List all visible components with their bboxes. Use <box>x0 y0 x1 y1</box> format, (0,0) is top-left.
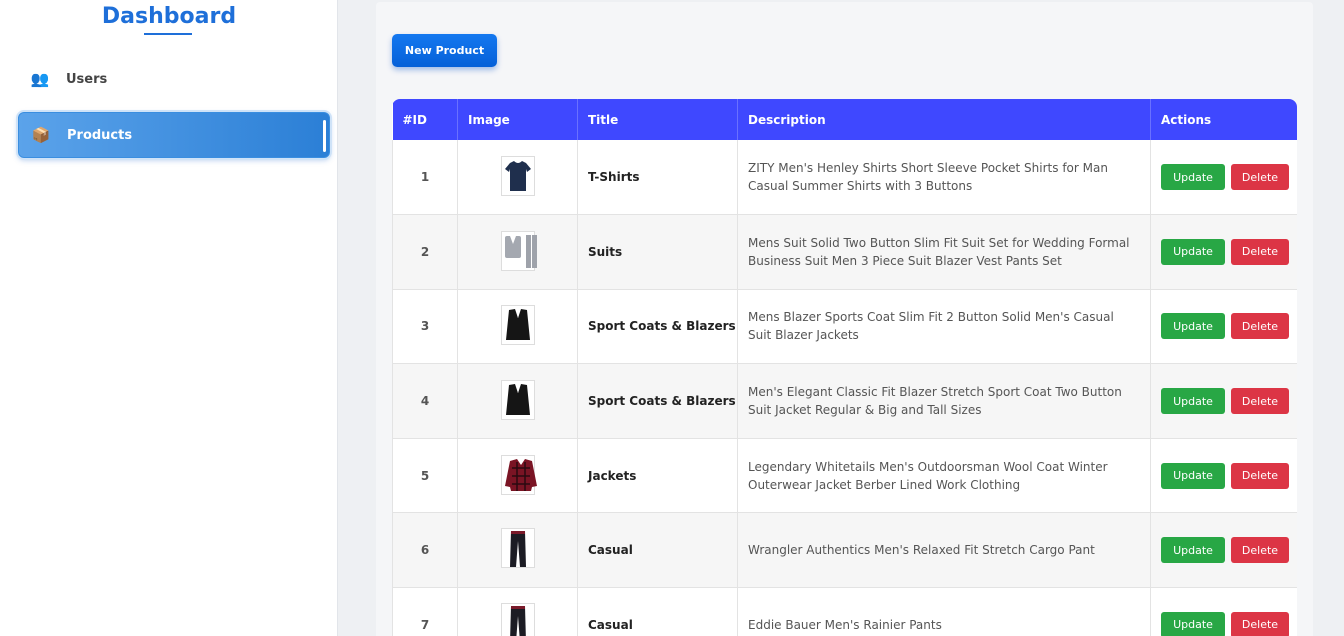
delete-button[interactable]: Delete <box>1231 313 1289 340</box>
delete-button[interactable]: Delete <box>1231 462 1289 489</box>
product-title: Sport Coats & Blazers <box>577 363 738 439</box>
delete-button[interactable]: Delete <box>1231 238 1289 265</box>
row-id: 7 <box>392 587 458 636</box>
row-id: 4 <box>392 363 458 439</box>
actions-cell: Update Delete <box>1150 587 1297 636</box>
actions-cell: Update Delete <box>1150 140 1297 216</box>
table-row: 3 Sport Coats & Blazers Mens Blazer Spor… <box>392 289 1297 365</box>
table-row: 1 T-Shirts ZITY Men's Henley Shirts Shor… <box>392 140 1297 216</box>
product-image-cell <box>457 512 578 589</box>
sidebar: Dashboard 👥 Users 📦 Products <box>0 0 338 636</box>
product-description: Mens Blazer Sports Coat Slim Fit 2 Butto… <box>737 289 1151 365</box>
product-title: Casual <box>577 512 738 589</box>
row-id: 3 <box>392 289 458 365</box>
product-description: ZITY Men's Henley Shirts Short Sleeve Po… <box>737 140 1151 216</box>
update-button[interactable]: Update <box>1161 611 1225 636</box>
product-description: Mens Suit Solid Two Button Slim Fit Suit… <box>737 214 1151 290</box>
table-row: 4 Sport Coats & Blazers Men's Elegant Cl… <box>392 363 1297 439</box>
table-row: 6 Casual Wrangler Authentics Men's Relax… <box>392 512 1297 589</box>
row-id: 2 <box>392 214 458 290</box>
update-button[interactable]: Update <box>1161 537 1225 564</box>
update-button[interactable]: Update <box>1161 462 1225 489</box>
header-description: Description <box>737 99 1151 140</box>
actions-cell: Update Delete <box>1150 214 1297 290</box>
product-description: Legendary Whitetails Men's Outdoorsman W… <box>737 438 1151 514</box>
header-id: #ID <box>392 99 458 140</box>
header-actions: Actions <box>1150 99 1297 140</box>
package-icon: 📦 <box>31 126 51 144</box>
header-image: Image <box>457 99 578 140</box>
brand-title: Dashboard <box>101 4 237 29</box>
new-product-button[interactable]: New Product <box>392 34 497 67</box>
update-button[interactable]: Update <box>1161 238 1225 265</box>
products-table: #ID Image Title Description Actions 1 T-… <box>392 99 1297 636</box>
sidebar-item-label: Users <box>66 71 108 87</box>
product-thumbnail <box>500 380 535 421</box>
product-title: Jackets <box>577 438 738 514</box>
sidebar-item-users[interactable]: 👥 Users <box>18 56 330 102</box>
product-title: T-Shirts <box>577 140 738 216</box>
sidebar-item-products[interactable]: 📦 Products <box>18 112 330 158</box>
sidebar-item-label: Products <box>67 127 133 143</box>
header-title: Title <box>577 99 738 140</box>
product-image-cell <box>457 587 578 636</box>
product-image-cell <box>457 438 578 514</box>
actions-cell: Update Delete <box>1150 438 1297 514</box>
product-description: Men's Elegant Classic Fit Blazer Stretch… <box>737 363 1151 439</box>
product-image-cell <box>457 214 578 290</box>
update-button[interactable]: Update <box>1161 164 1225 191</box>
product-thumbnail <box>500 156 535 197</box>
product-title: Casual <box>577 587 738 636</box>
delete-button[interactable]: Delete <box>1231 164 1289 191</box>
table-row: 7 Casual Eddie Bauer Men's Rainier Pants… <box>392 587 1297 636</box>
product-thumbnail <box>500 454 537 495</box>
product-description: Wrangler Authentics Men's Relaxed Fit St… <box>737 512 1151 589</box>
actions-cell: Update Delete <box>1150 512 1297 589</box>
product-thumbnail <box>500 602 535 636</box>
products-table-container: #ID Image Title Description Actions 1 T-… <box>392 99 1297 636</box>
row-id: 5 <box>392 438 458 514</box>
brand-underline <box>144 33 192 35</box>
delete-button[interactable]: Delete <box>1231 611 1289 636</box>
row-id: 1 <box>392 140 458 216</box>
table-row: 5 Jackets Legendary Whitetails Men's Out… <box>392 438 1297 514</box>
actions-cell: Update Delete <box>1150 289 1297 365</box>
product-title: Sport Coats & Blazers <box>577 289 738 365</box>
table-header-row: #ID Image Title Description Actions <box>392 99 1297 140</box>
product-thumbnail <box>500 305 535 346</box>
update-button[interactable]: Update <box>1161 388 1225 415</box>
table-row: 2 Suits Mens Suit Solid Two Button Slim … <box>392 214 1297 290</box>
delete-button[interactable]: Delete <box>1231 388 1289 415</box>
product-thumbnail <box>500 528 535 569</box>
delete-button[interactable]: Delete <box>1231 537 1289 564</box>
update-button[interactable]: Update <box>1161 313 1225 340</box>
product-image-cell <box>457 140 578 216</box>
product-image-cell <box>457 289 578 365</box>
product-description: Eddie Bauer Men's Rainier Pants <box>737 587 1151 636</box>
product-image-cell <box>457 363 578 439</box>
product-thumbnail <box>500 230 537 271</box>
product-title: Suits <box>577 214 738 290</box>
users-icon: 👥 <box>30 70 50 88</box>
row-id: 6 <box>392 512 458 589</box>
actions-cell: Update Delete <box>1150 363 1297 439</box>
